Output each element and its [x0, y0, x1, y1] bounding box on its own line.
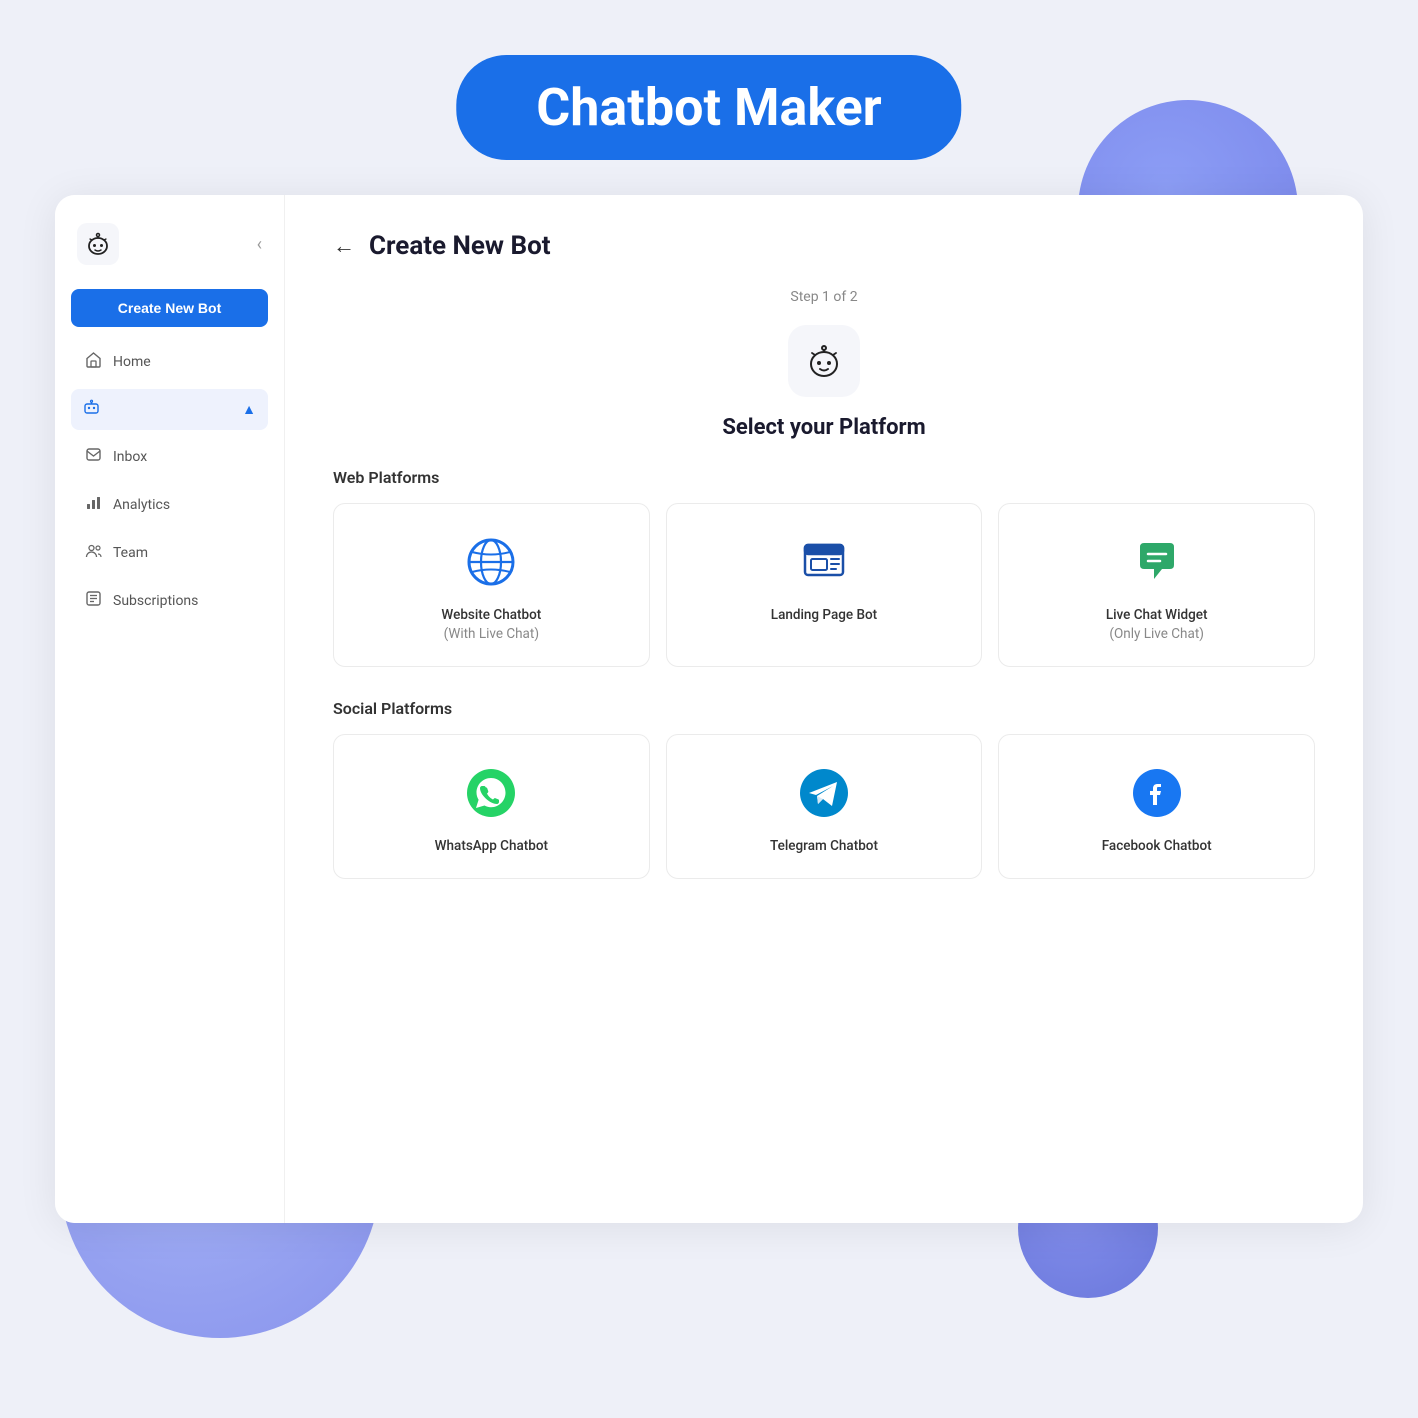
app-header: Chatbot Maker	[456, 55, 961, 160]
step-indicator: Step 1 of 2	[333, 289, 1315, 305]
select-platform-title: Select your Platform	[333, 415, 1315, 440]
website-chatbot-label: Website Chatbot(With Live Chat)	[441, 606, 541, 644]
sidebar-logo-area: ‹	[71, 223, 268, 265]
home-icon	[83, 351, 103, 373]
page-header: ← Create New Bot	[333, 231, 1315, 261]
page-title: Create New Bot	[369, 231, 551, 261]
analytics-icon	[83, 494, 103, 516]
create-new-bot-button[interactable]: Create New Bot	[71, 289, 268, 327]
website-chatbot-icon	[461, 532, 521, 592]
web-platforms-label: Web Platforms	[333, 468, 1315, 487]
platform-card-landing-page-bot[interactable]: Landing Page Bot	[666, 503, 983, 667]
back-button[interactable]: ←	[333, 233, 355, 259]
live-chat-widget-icon	[1127, 532, 1187, 592]
landing-page-bot-label: Landing Page Bot	[771, 606, 877, 625]
chevron-up-icon: ▲	[242, 401, 256, 418]
whatsapp-chatbot-icon	[461, 763, 521, 823]
telegram-chatbot-label: Telegram Chatbot	[770, 837, 878, 856]
sidebar-item-inbox-label: Inbox	[113, 449, 147, 465]
main-content: ← Create New Bot Step 1 of 2 Sele	[285, 195, 1363, 1223]
sidebar-item-home-label: Home	[113, 354, 151, 370]
sidebar-item-inbox[interactable]: Inbox	[71, 436, 268, 478]
bots-icon	[83, 399, 100, 420]
app-title: Chatbot Maker	[536, 77, 881, 138]
telegram-chatbot-icon	[794, 763, 854, 823]
sidebar-item-home[interactable]: Home	[71, 341, 268, 383]
sidebar-item-analytics-label: Analytics	[113, 497, 170, 513]
platform-card-facebook-chatbot[interactable]: Facebook Chatbot	[998, 734, 1315, 879]
inbox-icon	[83, 446, 103, 468]
logo-icon	[77, 223, 119, 265]
platform-card-live-chat-widget[interactable]: Live Chat Widget(Only Live Chat)	[998, 503, 1315, 667]
facebook-chatbot-label: Facebook Chatbot	[1102, 837, 1212, 856]
facebook-chatbot-icon	[1127, 763, 1187, 823]
sidebar-item-bots[interactable]: ▲	[71, 389, 268, 430]
bot-icon-container	[333, 325, 1315, 397]
live-chat-widget-label: Live Chat Widget(Only Live Chat)	[1106, 606, 1208, 644]
sidebar-item-team[interactable]: Team	[71, 532, 268, 574]
sidebar-item-subscriptions-label: Subscriptions	[113, 593, 198, 609]
landing-page-bot-icon	[794, 532, 854, 592]
sidebar: ‹ Create New Bot Home ▲ Inbox	[55, 195, 285, 1223]
platform-card-whatsapp-chatbot[interactable]: WhatsApp Chatbot	[333, 734, 650, 879]
sidebar-item-analytics[interactable]: Analytics	[71, 484, 268, 526]
social-platforms-label: Social Platforms	[333, 699, 1315, 718]
sidebar-item-subscriptions[interactable]: Subscriptions	[71, 580, 268, 622]
sidebar-item-team-label: Team	[113, 545, 148, 561]
main-card: ‹ Create New Bot Home ▲ Inbox	[55, 195, 1363, 1223]
platform-card-website-chatbot[interactable]: Website Chatbot(With Live Chat)	[333, 503, 650, 667]
whatsapp-chatbot-label: WhatsApp Chatbot	[435, 837, 548, 856]
team-icon	[83, 542, 103, 564]
social-platforms-grid: WhatsApp Chatbot Telegram Chatbot	[333, 734, 1315, 879]
sidebar-collapse-button[interactable]: ‹	[257, 234, 262, 255]
platform-card-telegram-chatbot[interactable]: Telegram Chatbot	[666, 734, 983, 879]
subscriptions-icon	[83, 590, 103, 612]
web-platforms-grid: Website Chatbot(With Live Chat) Landing …	[333, 503, 1315, 667]
bot-icon	[788, 325, 860, 397]
